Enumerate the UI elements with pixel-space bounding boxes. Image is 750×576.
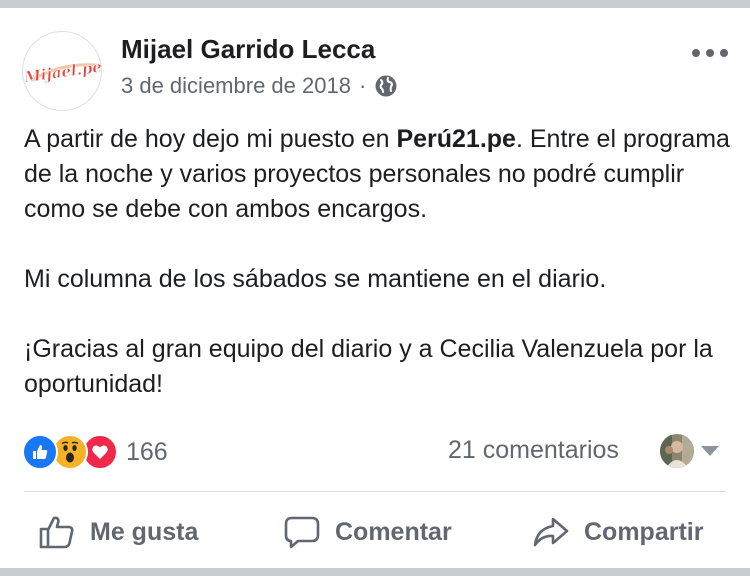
meta-separator: · — [358, 73, 367, 98]
avatar[interactable]: Mijael.pe — [22, 31, 102, 111]
reaction-count[interactable]: 166 — [126, 438, 168, 467]
like-reaction-icon — [22, 434, 58, 470]
globe-icon — [375, 75, 397, 97]
comment-button-label: Comentar — [335, 517, 452, 546]
post-paragraph: Mi columna de los sábados se mantiene en… — [24, 265, 607, 293]
comments-count[interactable]: 21 comentarios — [448, 436, 619, 468]
post-paragraph: ¡Gracias al gran equipo del diario y a C… — [24, 335, 713, 398]
like-button[interactable]: Me gusta — [38, 510, 198, 554]
post-paragraph: A partir de hoy dejo mi puesto en Perú21… — [24, 122, 730, 227]
thumbs-up-icon — [39, 516, 74, 549]
divider — [24, 491, 726, 492]
like-button-label: Me gusta — [90, 517, 199, 546]
reactions-summary[interactable]: 166 — [22, 432, 168, 472]
comment-button[interactable]: Comentar — [283, 510, 452, 554]
post-text-segment: A partir de hoy dejo mi puesto en — [24, 125, 397, 153]
more-dot — [720, 49, 728, 57]
post-date[interactable]: 3 de diciembre de 2018 — [121, 73, 351, 99]
top-separator-bar — [0, 0, 750, 8]
share-button[interactable]: Compartir — [532, 510, 703, 554]
post-meta: 3 de diciembre de 2018 · — [121, 72, 398, 100]
more-dot — [706, 49, 714, 57]
post-link-peru21[interactable]: Perú21.pe — [396, 125, 516, 153]
chevron-down-icon[interactable] — [701, 446, 719, 456]
commenter-avatar — [660, 434, 694, 468]
comment-bubble-icon — [284, 516, 320, 549]
share-arrow-icon — [533, 517, 569, 547]
share-button-label: Compartir — [584, 517, 704, 546]
more-options-icon[interactable] — [692, 38, 728, 68]
action-bar: Me gusta Comentar Compartir — [0, 500, 750, 564]
avatar-logo-text: Mijael.pe — [23, 58, 102, 87]
bottom-separator-bar — [0, 568, 750, 576]
post-author[interactable]: Mijael Garrido Lecca — [121, 34, 375, 65]
mijael-pe-logo-icon: Mijael.pe — [23, 57, 102, 87]
more-dot — [692, 49, 700, 57]
post-body: A partir de hoy dejo mi puesto en Perú21… — [24, 122, 730, 402]
